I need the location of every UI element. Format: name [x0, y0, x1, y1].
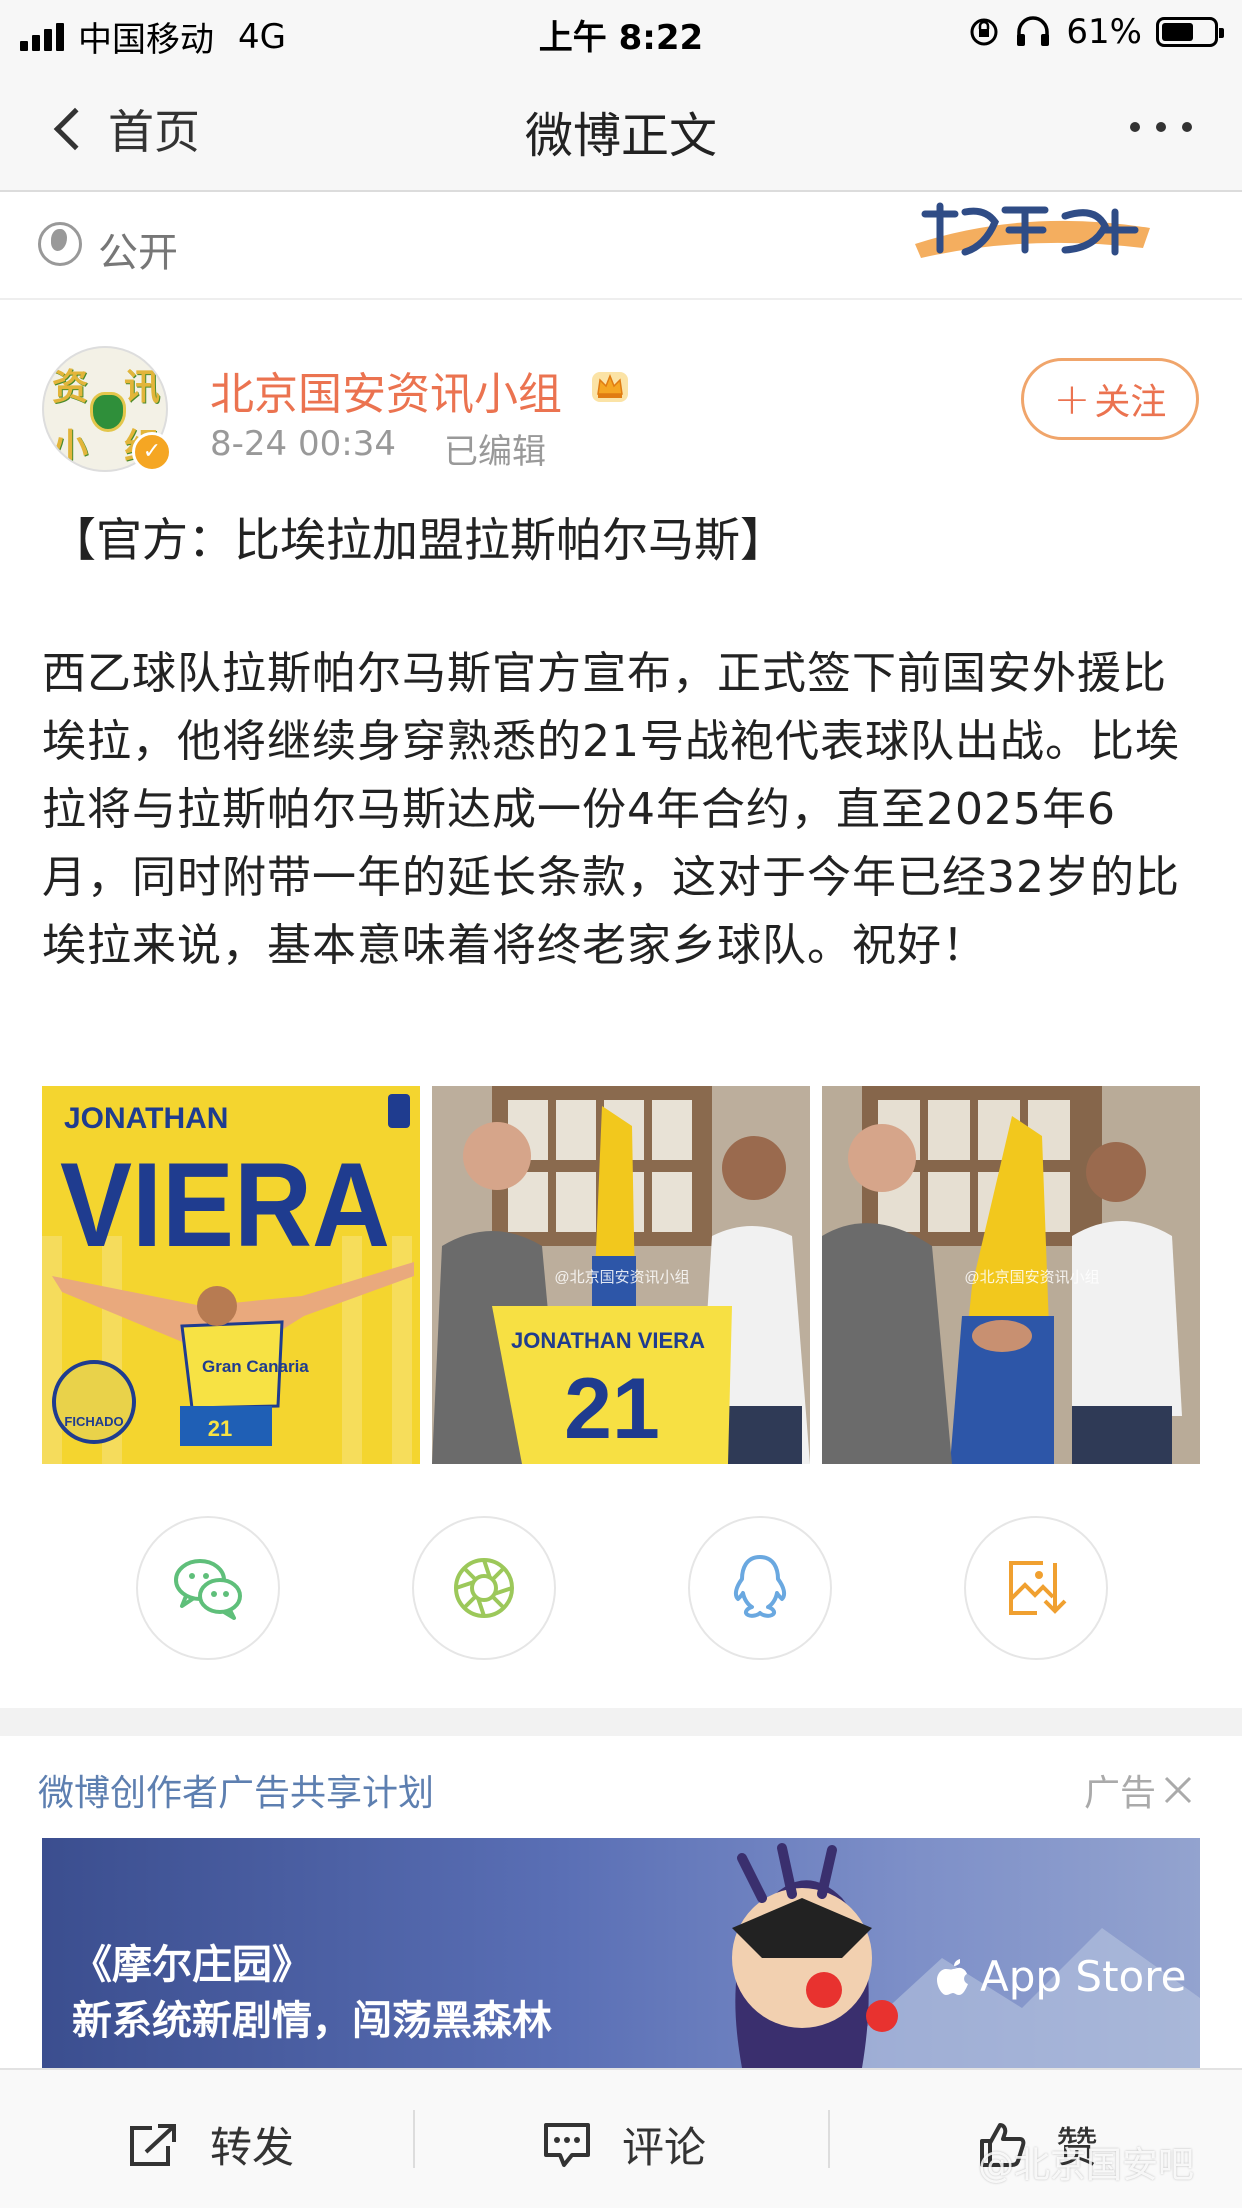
jersey-name: JONATHAN VIERA: [511, 1328, 705, 1353]
follow-button[interactable]: + 关注: [1021, 358, 1199, 440]
repost-button[interactable]: 转发: [128, 2114, 294, 2175]
ad-banner[interactable]: 《摩尔庄园》 新系统新剧情，闯荡黑森林 App Store: [42, 1838, 1200, 2068]
share-wechat-button[interactable]: [136, 1516, 280, 1660]
comment-icon: [544, 2122, 590, 2167]
ad-slogan: 新系统新剧情，闯荡黑森林: [72, 1998, 552, 2044]
battery-percent: 61%: [1066, 12, 1142, 52]
repost-icon: [130, 2123, 176, 2166]
page-watermark: @北京国安吧: [978, 2145, 1195, 2186]
poster-sponsor: Gran Canaria: [202, 1357, 309, 1376]
repost-label: 转发: [210, 2123, 295, 2172]
comment-button[interactable]: 评论: [542, 2114, 706, 2175]
close-icon[interactable]: [1162, 1774, 1194, 1806]
wechat-icon: [174, 1559, 242, 1620]
battery-icon: [1156, 17, 1224, 47]
image-watermark: @北京国安资讯小组: [964, 1269, 1099, 1286]
post-headline: 【官方：比埃拉加盟拉斯帕尔马斯】: [50, 513, 786, 567]
post-image-3[interactable]: @北京国安资讯小组: [822, 1086, 1200, 1464]
share-moments-button[interactable]: [412, 1516, 556, 1660]
more-icon[interactable]: [1130, 122, 1192, 132]
image-watermark: @北京国安资讯小组: [554, 1269, 689, 1286]
handshake-photo-graphic: @北京国安资讯小组: [822, 1086, 1200, 1464]
section-divider: [0, 1708, 1242, 1736]
jersey-number: 21: [564, 1361, 660, 1457]
comment-label: 评论: [622, 2123, 707, 2172]
poster-number: 21: [208, 1416, 232, 1441]
share-qq-button[interactable]: [688, 1516, 832, 1660]
club-crest-icon: [90, 392, 126, 432]
ad-game-title: 《摩尔庄园》: [72, 1942, 312, 1988]
post-time: 8-24 00:34: [210, 424, 396, 464]
poster-graphic: JONATHAN VIERA Gran Canaria 21 FICHADO: [42, 1086, 420, 1464]
toolbar-separator: [828, 2110, 830, 2168]
plus-icon: +: [1053, 373, 1091, 425]
status-right: 61%: [968, 12, 1224, 52]
avatar-char: 讯: [124, 367, 161, 408]
app-store-label: App Store: [980, 1952, 1187, 2001]
save-image-button[interactable]: [964, 1516, 1108, 1660]
status-bar: 中国移动 4G 上午 8:22 61%: [0, 0, 1242, 62]
visibility-label: 公开: [98, 230, 178, 276]
signing-photo-graphic: JONATHAN VIERA 21 @北京国安资讯小组: [432, 1086, 810, 1464]
post-body: 西乙球队拉斯帕尔马斯官方宣布，正式签下前国安外援比埃拉，他将继续身穿熟悉的21号…: [42, 648, 1180, 971]
app-store-badge[interactable]: App Store: [936, 1952, 1186, 2001]
post-image-1[interactable]: JONATHAN VIERA Gran Canaria 21 FICHADO: [42, 1086, 420, 1464]
avatar-char: 小: [52, 427, 89, 468]
ad-tag: 广告: [1084, 1773, 1157, 1814]
headphones-icon: [1017, 16, 1050, 46]
ad-plan-link[interactable]: 微博创作者广告共享计划: [38, 1764, 434, 1816]
author-name[interactable]: 北京国安资讯小组: [210, 358, 562, 422]
moments-icon: [454, 1558, 514, 1618]
qq-icon: [733, 1555, 787, 1618]
post-image-2[interactable]: JONATHAN VIERA 21 @北京国安资讯小组: [432, 1086, 810, 1464]
crown-icon[interactable]: [590, 366, 630, 406]
nav-bar: 首页 微博正文: [0, 62, 1242, 192]
verified-badge-icon: ✓: [132, 432, 172, 472]
edited-label[interactable]: 已编辑: [444, 424, 546, 473]
decorative-lettering-art: [915, 202, 1150, 258]
save-image-icon: [1009, 1561, 1067, 1615]
apple-icon: [937, 1958, 968, 1995]
poster-stamp: FICHADO: [64, 1414, 123, 1429]
orientation-lock-icon: [970, 18, 998, 46]
avatar-char: 资: [52, 367, 89, 408]
globe-icon: [38, 222, 82, 266]
poster-last-name: VIERA: [60, 1138, 390, 1272]
poster-first-name: JONATHAN: [64, 1102, 228, 1135]
toolbar-separator: [413, 2110, 415, 2168]
page-title: 微博正文: [524, 108, 717, 164]
follow-label: 关注: [1094, 382, 1167, 423]
club-crest-icon: [388, 1094, 410, 1128]
